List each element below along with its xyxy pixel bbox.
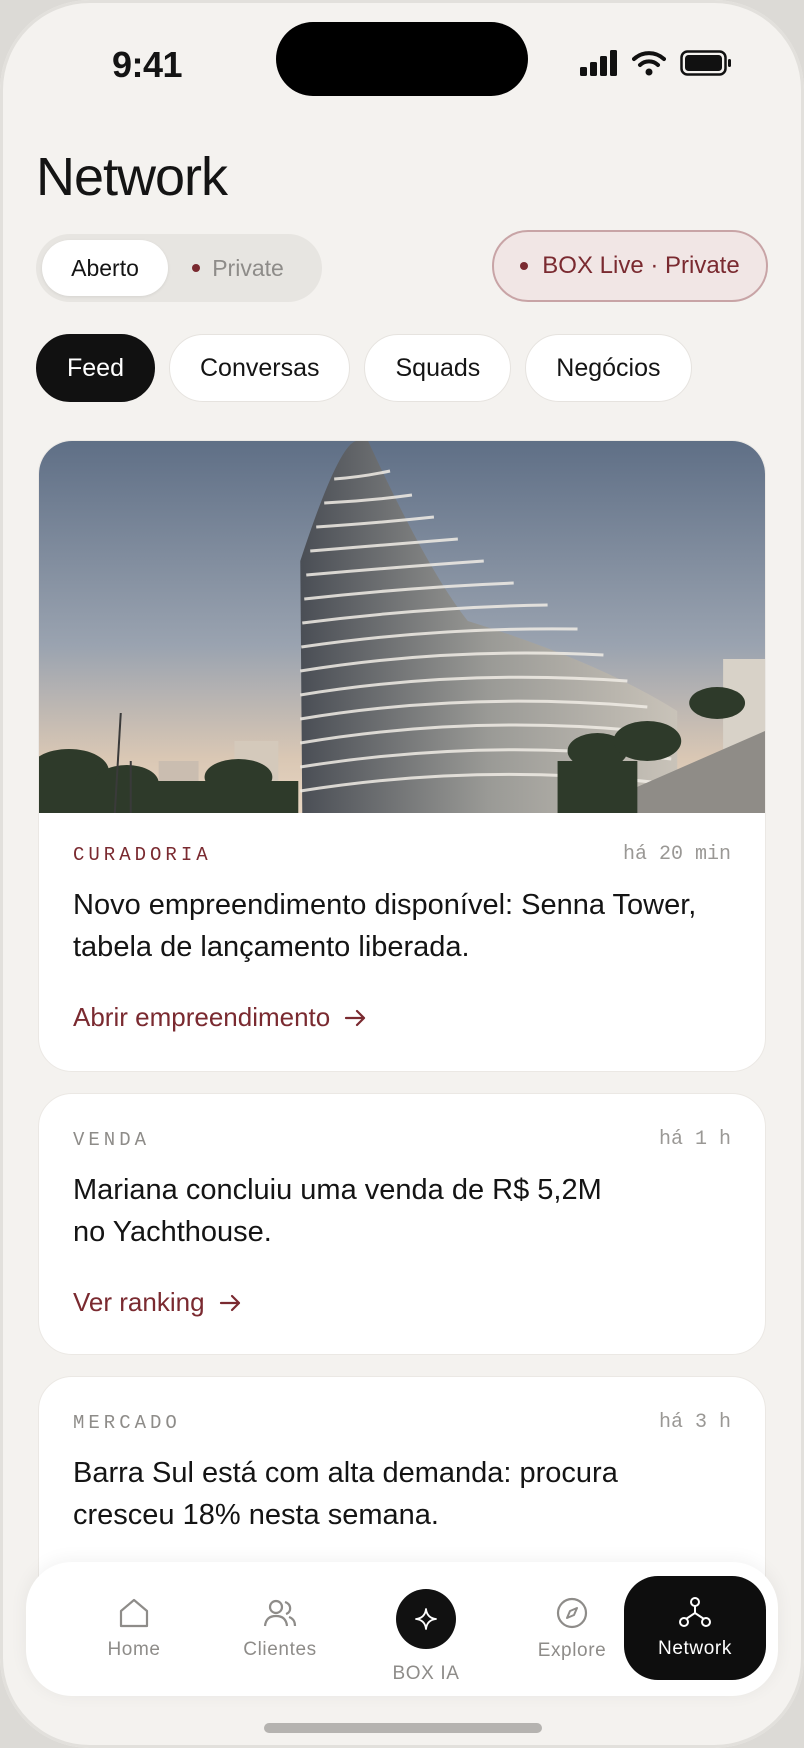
tab-squads[interactable]: Squads [364, 334, 512, 402]
arrow-right-icon [219, 1294, 240, 1311]
card-category: CURADORIA [73, 843, 212, 866]
nav-clients[interactable]: Clientes [212, 1562, 348, 1696]
ranking-label: Ver ranking [73, 1287, 205, 1317]
users-icon [263, 1599, 297, 1627]
wifi-icon [632, 51, 666, 76]
nav-box-ia[interactable]: BOX IA [358, 1562, 494, 1696]
card-time: há 3 h [658, 1411, 731, 1434]
card-headline: Mariana concluiu uma venda de R$ 5,2M no… [73, 1174, 602, 1248]
ai-button [396, 1589, 456, 1649]
card-headline: Novo empreendimento disponível: Senna To… [73, 889, 697, 963]
battery-icon [680, 50, 731, 76]
network-icon [679, 1597, 711, 1627]
open-development-link[interactable]: Abrir empreendimento [73, 1002, 368, 1033]
signal-icon [580, 50, 617, 76]
card-category: MERCADO [73, 1411, 181, 1434]
toggle-open-label: Aberto [71, 254, 139, 281]
nav-network[interactable]: Network [624, 1576, 766, 1680]
building-photo[interactable] [39, 441, 765, 813]
compass-icon [556, 1597, 588, 1629]
nav-clients-label: Clientes [243, 1639, 317, 1660]
card-category: VENDA [73, 1128, 151, 1151]
private-dot-icon [192, 264, 201, 272]
arrow-right-icon [345, 1009, 366, 1026]
status-time: 9:41 [112, 44, 183, 85]
toggle-open[interactable]: Aberto [42, 240, 168, 296]
home-icon [119, 1598, 149, 1628]
visibility-toggle: Aberto Private [36, 234, 322, 302]
tab-feed[interactable]: Feed [36, 334, 155, 402]
page-title: Network [36, 147, 228, 207]
feed-tabs: Feed Conversas Squads Negócios [36, 334, 692, 402]
card-time: há 1 h [658, 1128, 731, 1151]
nav-network-label: Network [658, 1638, 732, 1659]
feed-card: CURADORIA há 20 min Novo empreendimento … [38, 440, 766, 1072]
tab-conversas[interactable]: Conversas [168, 334, 351, 402]
nav-home-label: Home [107, 1639, 161, 1660]
box-live-button[interactable]: BOX Live · Private [492, 230, 768, 302]
nav-explore[interactable]: Explore [504, 1562, 640, 1696]
nav-home[interactable]: Home [66, 1562, 202, 1696]
nav-box-ia-label: BOX IA [392, 1663, 460, 1684]
card-headline: Barra Sul está com alta demanda: procura… [73, 1457, 618, 1531]
sparkle-icon [415, 1608, 437, 1630]
status-icons [580, 50, 732, 76]
tab-negocios[interactable]: Negócios [525, 334, 692, 402]
box-live-label: BOX Live · Private [542, 252, 740, 279]
bottom-nav: Home Clientes BOX IA Explore Network [26, 1562, 778, 1696]
home-indicator[interactable] [264, 1723, 542, 1733]
phone-screen: 9:41 Network Aberto Private BOX Live · P… [0, 0, 804, 1748]
toggle-private[interactable]: Private [168, 240, 308, 296]
card-time: há 20 min [622, 843, 731, 866]
live-dot-icon [520, 262, 529, 270]
feed-card: VENDA há 1 h Mariana concluiu uma venda … [38, 1093, 766, 1355]
toggle-private-label: Private [212, 254, 284, 281]
dynamic-island [276, 22, 528, 96]
open-development-label: Abrir empreendimento [73, 1002, 331, 1032]
ranking-link[interactable]: Ver ranking [73, 1287, 243, 1318]
nav-explore-label: Explore [537, 1640, 607, 1661]
